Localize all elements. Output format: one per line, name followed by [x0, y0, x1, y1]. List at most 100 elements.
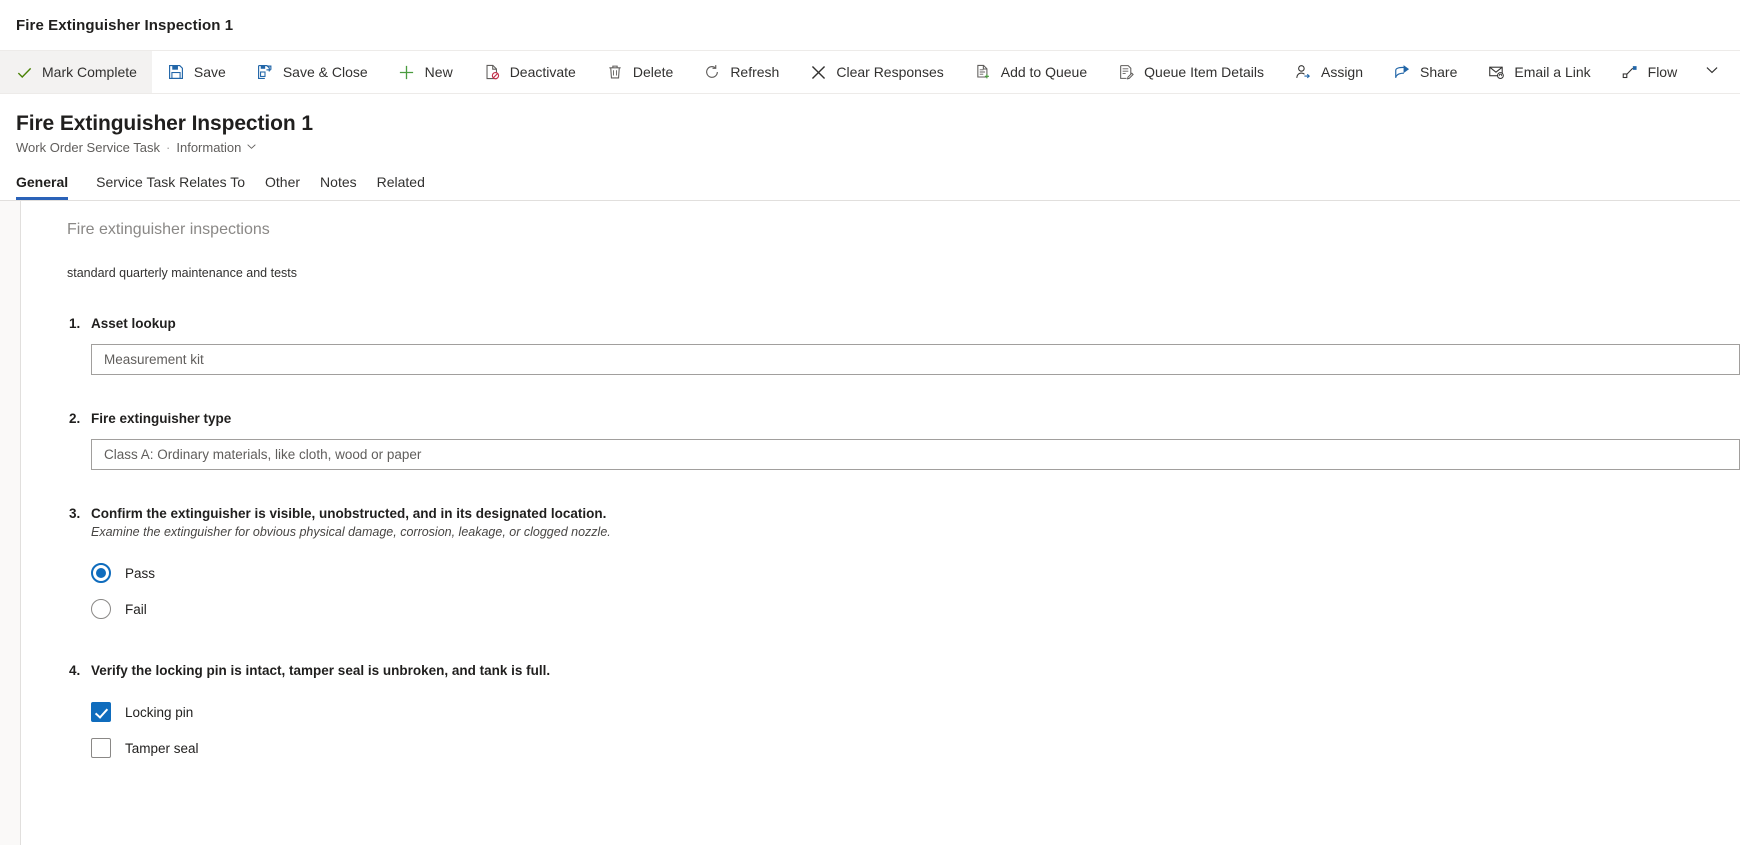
question-number: 4. — [69, 663, 81, 678]
question-2-field-wrap — [69, 439, 1740, 470]
command-assign[interactable]: Assign — [1279, 51, 1378, 93]
question-4-options: Locking pin Tamper seal — [69, 694, 1740, 766]
tab-label: Notes — [320, 174, 357, 190]
question-label: Asset lookup — [91, 316, 176, 331]
question-label: Fire extinguisher type — [91, 411, 232, 426]
question-4: 4. Verify the locking pin is intact, tam… — [21, 661, 1740, 766]
question-2: 2. Fire extinguisher type — [21, 409, 1740, 470]
inspection-heading: Fire extinguisher inspections — [67, 221, 270, 238]
checkbox-option-locking-pin[interactable]: Locking pin — [91, 694, 1740, 730]
form-selector[interactable]: Information — [176, 140, 257, 155]
question-number: 3. — [69, 506, 81, 521]
inspection-description: standard quarterly maintenance and tests — [67, 266, 297, 280]
form-tab-strip: General Service Task Relates To Other No… — [0, 155, 1740, 201]
app-title: Fire Extinguisher Inspection 1 — [16, 16, 234, 34]
fire-extinguisher-type-input[interactable] — [91, 439, 1740, 470]
question-1: 1. Asset lookup — [21, 314, 1740, 375]
entity-name: Work Order Service Task — [16, 140, 161, 155]
command-email-a-link[interactable]: Email a Link — [1472, 51, 1605, 93]
save-icon — [167, 63, 185, 81]
tab-related[interactable]: Related — [367, 173, 435, 200]
chevron-down-icon — [1705, 63, 1719, 82]
trash-icon — [606, 63, 624, 81]
command-label: Deactivate — [509, 64, 576, 80]
command-label: Save — [193, 64, 226, 80]
command-label: Share — [1420, 64, 1458, 80]
assign-person-icon — [1294, 63, 1312, 81]
radio-option-fail[interactable]: Fail — [91, 591, 1740, 627]
option-label: Fail — [125, 601, 147, 617]
question-hint: Examine the extinguisher for obvious phy… — [91, 525, 611, 539]
question-number: 2. — [69, 411, 81, 426]
command-label: Delete — [632, 64, 674, 80]
command-label: Assign — [1320, 64, 1364, 80]
tab-other[interactable]: Other — [255, 173, 310, 200]
command-refresh[interactable]: Refresh — [688, 51, 794, 93]
checkbox-indicator[interactable] — [91, 738, 111, 758]
form-body: Fire extinguisher inspections standard q… — [0, 201, 1740, 845]
command-save[interactable]: Save — [152, 51, 241, 93]
command-label: Save & Close — [282, 64, 368, 80]
clear-x-icon — [809, 63, 827, 81]
form-selector-label: Information — [176, 140, 242, 155]
flow-icon — [1621, 63, 1639, 81]
refresh-icon — [703, 63, 721, 81]
question-3-header: 3. Confirm the extinguisher is visible, … — [69, 504, 1740, 523]
question-3: 3. Confirm the extinguisher is visible, … — [21, 504, 1740, 627]
radio-indicator[interactable] — [91, 599, 111, 619]
command-label: Clear Responses — [836, 64, 944, 80]
command-label: Queue Item Details — [1144, 64, 1264, 80]
radio-indicator-checked[interactable] — [91, 563, 111, 583]
tab-label: Other — [265, 174, 301, 190]
command-flow[interactable]: Flow — [1606, 51, 1693, 93]
command-label: Flow — [1647, 64, 1678, 80]
command-label: Add to Queue — [1000, 64, 1088, 80]
share-icon — [1393, 63, 1411, 81]
command-label: Refresh — [730, 64, 780, 80]
tab-service-task-relates-to[interactable]: Service Task Relates To — [86, 173, 255, 200]
command-label: Email a Link — [1514, 64, 1591, 80]
deactivate-icon — [483, 63, 501, 81]
command-new[interactable]: New — [383, 51, 468, 93]
command-label: New — [424, 64, 453, 80]
command-save-and-close[interactable]: Save & Close — [241, 51, 383, 93]
checkbox-option-tamper-seal[interactable]: Tamper seal — [91, 730, 1740, 766]
record-header: Fire Extinguisher Inspection 1 Work Orde… — [0, 94, 1740, 155]
command-delete[interactable]: Delete — [591, 51, 688, 93]
save-and-close-icon — [256, 63, 274, 81]
tab-label: General — [16, 174, 69, 190]
app-title-bar: Fire Extinguisher Inspection 1 — [0, 0, 1740, 50]
chevron-down-icon — [246, 140, 257, 155]
tab-label: Related — [376, 174, 425, 190]
add-to-queue-icon — [974, 63, 992, 81]
page-title: Fire Extinguisher Inspection 1 — [16, 112, 313, 135]
command-mark-complete[interactable]: Mark Complete — [0, 51, 152, 93]
tab-notes[interactable]: Notes — [310, 173, 367, 200]
command-deactivate[interactable]: Deactivate — [468, 51, 591, 93]
radio-option-pass[interactable]: Pass — [91, 555, 1740, 591]
asset-lookup-input[interactable] — [91, 344, 1740, 375]
command-add-to-queue[interactable]: Add to Queue — [959, 51, 1102, 93]
question-2-header: 2. Fire extinguisher type — [69, 409, 1740, 428]
checkbox-indicator-checked[interactable] — [91, 702, 111, 722]
command-clear-responses[interactable]: Clear Responses — [794, 51, 958, 93]
question-1-header: 1. Asset lookup — [69, 314, 1740, 333]
command-share[interactable]: Share — [1378, 51, 1472, 93]
tab-general[interactable]: General — [16, 173, 78, 200]
command-queue-item-details[interactable]: Queue Item Details — [1102, 51, 1279, 93]
question-label: Verify the locking pin is intact, tamper… — [91, 663, 551, 678]
option-label: Pass — [125, 565, 156, 581]
inspection-form[interactable]: Fire extinguisher inspections standard q… — [21, 201, 1740, 845]
command-bar-overflow-button[interactable] — [1692, 51, 1732, 93]
option-label: Locking pin — [125, 704, 194, 720]
queue-details-icon — [1117, 63, 1135, 81]
question-label: Confirm the extinguisher is visible, uno… — [91, 506, 607, 521]
question-number: 1. — [69, 316, 81, 331]
tab-label: Service Task Relates To — [96, 174, 246, 190]
question-1-field-wrap — [69, 344, 1740, 375]
record-subtitle: Work Order Service Task · Information — [16, 140, 1740, 155]
subtitle-separator: · — [166, 140, 171, 155]
question-3-options: Pass Fail — [69, 555, 1740, 627]
question-4-header: 4. Verify the locking pin is intact, tam… — [69, 661, 1740, 680]
command-label: Mark Complete — [42, 64, 137, 80]
